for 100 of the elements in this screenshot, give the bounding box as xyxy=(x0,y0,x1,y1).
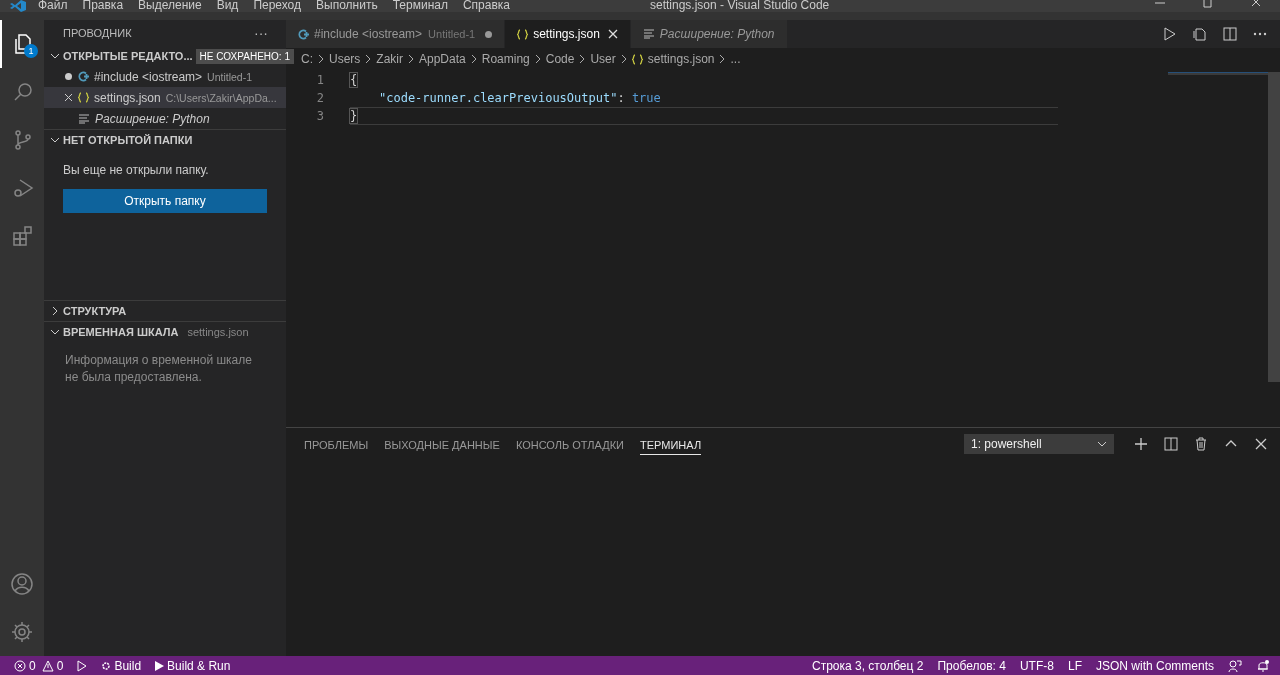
sidebar-title: ПРОВОДНИК xyxy=(63,27,132,39)
status-item[interactable]: JSON with Comments xyxy=(1095,658,1214,673)
empty-message: Информация о временной шкале не была предоставлена. xyxy=(64,352,253,386)
unsaved-badge: НЕ СОХРАНЕНО: 1 xyxy=(195,48,294,64)
panel-tab[interactable]: ВЫХОДНЫЕ ДАННЫЕ xyxy=(384,433,500,455)
chevron-icon[interactable] xyxy=(50,135,60,145)
menu-item[interactable]: Выделение xyxy=(138,0,202,10)
build-button[interactable]: Build xyxy=(101,658,142,673)
account-icon[interactable] xyxy=(10,572,34,596)
status-item[interactable]: Пробелов: 4 xyxy=(937,658,1006,673)
gear-icon xyxy=(101,660,112,671)
panel-tab[interactable]: КОНСОЛЬ ОТЛАДКИ xyxy=(515,433,624,455)
settings-icon[interactable] xyxy=(10,620,34,644)
chevron-icon xyxy=(620,54,627,64)
editor-tab[interactable]: Расширение: Python xyxy=(630,20,788,48)
document-icon xyxy=(642,29,655,39)
menu-item[interactable]: Файл xyxy=(38,0,68,10)
close-icon[interactable] xyxy=(1250,0,1262,8)
chevron-icon[interactable] xyxy=(50,306,60,316)
breadcrumb[interactable]: Zakir xyxy=(376,52,403,66)
terminal-dropdown[interactable]: 1: powershell xyxy=(964,434,1114,454)
section-header[interactable]: СТРУКТУРА xyxy=(63,305,127,317)
chevron-icon xyxy=(719,54,726,64)
open-editor-item[interactable]: #include <iostream> Untitled-1 xyxy=(44,66,286,87)
breadcrumb[interactable]: AppData xyxy=(419,52,466,66)
line-number: 2 xyxy=(315,91,324,105)
menu-item[interactable]: Выполнить xyxy=(316,0,378,10)
panel-tab[interactable]: ТЕРМИНАЛ xyxy=(640,433,702,455)
menu-item[interactable]: Терминал xyxy=(392,0,448,10)
bell-icon[interactable] xyxy=(1256,658,1270,673)
more-actions[interactable]: ··· xyxy=(254,25,268,41)
chevron-icon[interactable] xyxy=(50,327,60,337)
chevron-icon xyxy=(318,54,324,64)
unsaved-dot xyxy=(64,73,72,80)
chevron-icon[interactable] xyxy=(50,51,60,61)
breadcrumb[interactable]: Code xyxy=(545,52,575,66)
window-title: settings.json - Visual Studio Code xyxy=(650,0,831,10)
empty-message: Вы еще не открыли папку. xyxy=(63,163,210,177)
section-header[interactable]: НЕТ ОТКРЫТОЙ ПАПКИ xyxy=(63,134,193,146)
breadcrumb[interactable]: Users xyxy=(329,52,361,66)
document-icon xyxy=(78,113,90,124)
breadcrumb[interactable]: Roaming xyxy=(481,52,530,66)
code-line: "code-runner.clearPreviousOutput": true xyxy=(378,90,662,107)
status-item[interactable]: UTF-8 xyxy=(1019,658,1054,673)
error-icon xyxy=(14,659,26,672)
section-header[interactable]: ОТКРЫТЫЕ РЕДАКТО... xyxy=(63,50,193,62)
braces-icon xyxy=(78,92,89,103)
menu-item[interactable]: Вид xyxy=(216,0,239,10)
restore-icon[interactable] xyxy=(1202,0,1214,8)
chevron-icon xyxy=(365,54,372,64)
app-logo-icon xyxy=(10,0,26,12)
chevron-icon xyxy=(579,54,586,64)
feedback-icon[interactable] xyxy=(1228,658,1242,673)
braces-icon xyxy=(631,53,643,65)
breadcrumb[interactable]: settings.json xyxy=(647,52,715,66)
menu-item[interactable]: Переход xyxy=(253,0,302,10)
trash-icon[interactable] xyxy=(1194,437,1208,451)
chevron-icon xyxy=(408,54,414,64)
file-type-icon xyxy=(298,28,309,40)
editor-tab[interactable]: settings.json xyxy=(505,20,631,48)
close-icon[interactable] xyxy=(63,93,73,102)
play-icon xyxy=(155,660,165,671)
menu-item[interactable]: Правка xyxy=(82,0,124,10)
section-header[interactable]: ВРЕМЕННАЯ ШКАЛА xyxy=(63,326,179,338)
section-detail: settings.json xyxy=(187,326,249,338)
run-icon[interactable] xyxy=(1162,26,1178,42)
chevron-icon xyxy=(534,54,541,64)
close-icon[interactable] xyxy=(607,29,618,39)
panel-tab[interactable]: ПРОБЛЕМЫ xyxy=(304,433,369,455)
status-item[interactable]: LF xyxy=(1067,658,1082,673)
breadcrumb[interactable]: ... xyxy=(730,52,741,66)
split-terminal-icon[interactable] xyxy=(1164,437,1178,451)
warning-icon xyxy=(41,659,54,672)
code-line: { xyxy=(350,72,359,89)
braces-icon xyxy=(517,28,529,40)
line-number: 3 xyxy=(315,109,324,123)
notification-badge: 1 xyxy=(24,44,38,58)
plus-icon[interactable] xyxy=(1134,437,1148,451)
code-line: } xyxy=(350,107,1058,125)
line-number: 1 xyxy=(315,73,324,87)
errors-status[interactable]: 0 xyxy=(14,658,36,673)
editor-tab[interactable]: #include <iostream> Untitled-1 xyxy=(286,20,506,48)
run-icon[interactable] xyxy=(77,659,88,672)
close-icon[interactable] xyxy=(1254,437,1268,451)
warnings-status[interactable]: 0 xyxy=(41,658,64,673)
open-editor-item[interactable]: settings.json C:\Users\Zakir\AppDa... xyxy=(44,87,286,108)
open-editor-item[interactable]: Расширение: Python xyxy=(44,108,286,129)
build-run-button[interactable]: Build & Run xyxy=(155,658,231,673)
breadcrumb[interactable]: User xyxy=(590,52,616,66)
file-type-icon xyxy=(78,71,89,82)
blocks-icon xyxy=(11,224,35,248)
open-folder-button[interactable]: Открыть папку xyxy=(63,189,267,213)
split-editor-icon[interactable] xyxy=(1222,26,1238,42)
breadcrumb[interactable]: C: xyxy=(301,52,313,66)
chevron-icon xyxy=(1097,439,1107,449)
scrollbar-thumb[interactable] xyxy=(1268,72,1280,382)
menu-item[interactable]: Справка xyxy=(462,0,510,10)
chevron-icon xyxy=(470,54,477,64)
status-item[interactable]: Строка 3, столбец 2 xyxy=(812,658,924,673)
unsaved-dot xyxy=(485,30,493,38)
